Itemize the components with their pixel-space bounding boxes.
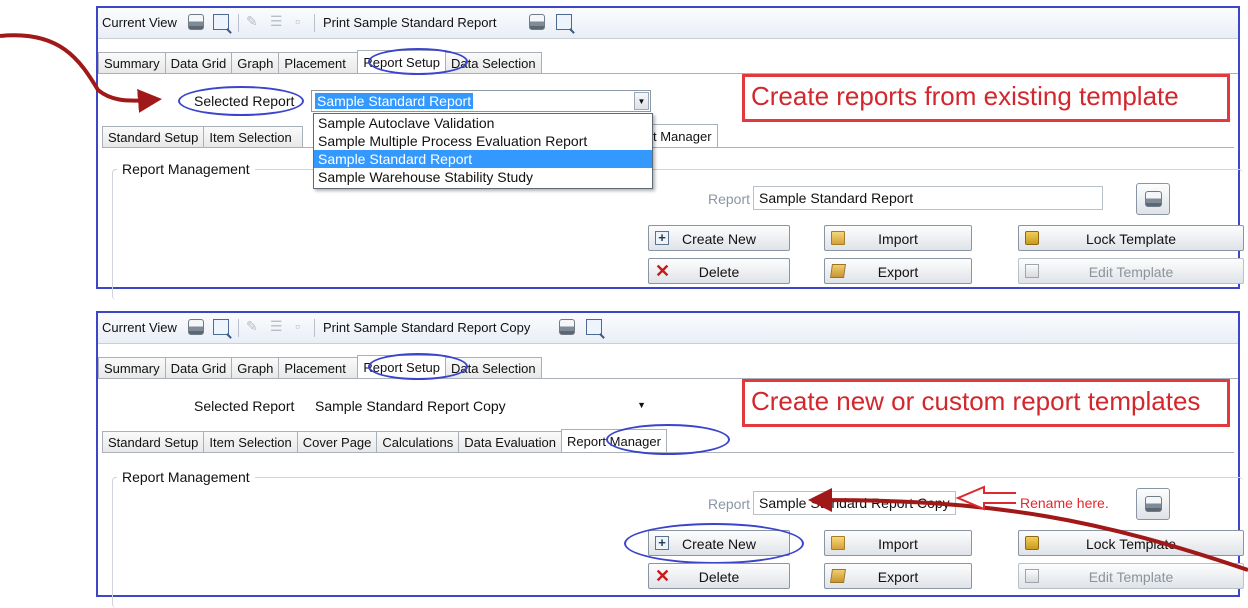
print-report-button[interactable]: Print Sample Standard Report xyxy=(323,15,496,30)
print-preview-icon[interactable] xyxy=(586,319,602,335)
printer-icon xyxy=(1145,191,1162,207)
main-tabs: Summary Data Grid Graph Placement Report… xyxy=(98,50,541,73)
report-setup-panel-top: Current View ✎ ☰ ▫ Print Sample Standard… xyxy=(96,6,1240,289)
chevron-down-icon[interactable]: ▼ xyxy=(637,400,646,410)
toolbar: Current View ✎ ☰ ▫ Print Sample Standard… xyxy=(98,313,1238,344)
printer-icon[interactable] xyxy=(188,319,204,335)
tab-item-selection[interactable]: Item Selection xyxy=(203,126,303,147)
selected-report-dropdown: Sample Autoclave Validation Sample Multi… xyxy=(313,113,653,189)
toolbar-separator xyxy=(238,319,239,337)
printer-icon[interactable] xyxy=(188,14,204,30)
tab-placement[interactable]: Placement xyxy=(278,52,358,73)
toolbar-separator xyxy=(314,319,315,337)
tab-data-selection[interactable]: Data Selection xyxy=(445,52,542,73)
selected-report-combo[interactable]: Sample Standard Report ▼ xyxy=(311,90,651,112)
report-setup-panel-bottom: Current View ✎ ☰ ▫ Print Sample Standard… xyxy=(96,311,1240,597)
export-button[interactable]: Export xyxy=(824,563,972,589)
rename-hint: Rename here. xyxy=(1020,495,1109,511)
group-title: Report Management xyxy=(117,469,255,485)
tab-divider xyxy=(102,147,1234,148)
tab-report-manager[interactable]: Report Manager xyxy=(561,429,667,452)
current-view-label[interactable]: Current View xyxy=(102,320,177,335)
report-name-input[interactable]: Sample Standard Report Copy xyxy=(753,491,956,515)
sub-tabs-partial: t Manager xyxy=(650,124,717,147)
selected-report-value: Sample Standard Report xyxy=(315,93,473,109)
tab-placement[interactable]: Placement xyxy=(278,357,358,378)
tab-item-selection[interactable]: Item Selection xyxy=(203,431,297,452)
list-icon: ☰ xyxy=(270,13,283,30)
tab-cover-page[interactable]: Cover Page xyxy=(297,431,378,452)
brush-icon: ✎ xyxy=(246,318,258,335)
chevron-down-icon[interactable]: ▼ xyxy=(634,92,649,110)
print-button[interactable] xyxy=(1136,183,1170,215)
tab-summary[interactable]: Summary xyxy=(98,357,166,378)
import-button[interactable]: Import xyxy=(824,225,972,251)
print-preview-icon[interactable] xyxy=(213,319,229,335)
delete-button[interactable]: ✕Delete xyxy=(648,563,790,589)
sub-tabs: Standard Setup Item Selection xyxy=(102,124,302,147)
sub-tabs: Standard Setup Item Selection Cover Page… xyxy=(102,429,666,452)
report-field-label: Report xyxy=(708,496,750,512)
tab-graph[interactable]: Graph xyxy=(231,357,279,378)
group-title: Report Management xyxy=(117,161,255,177)
toolbar: Current View ✎ ☰ ▫ Print Sample Standard… xyxy=(98,8,1238,39)
brush-icon: ✎ xyxy=(246,13,258,30)
main-tabs: Summary Data Grid Graph Placement Report… xyxy=(98,355,541,378)
box-icon: ▫ xyxy=(295,318,300,334)
print-button[interactable] xyxy=(1136,488,1170,520)
current-view-label[interactable]: Current View xyxy=(102,15,177,30)
tab-report-manager[interactable]: t Manager xyxy=(650,124,718,147)
printer-icon[interactable] xyxy=(559,319,575,335)
list-icon: ☰ xyxy=(270,318,283,335)
dropdown-option-selected[interactable]: Sample Standard Report xyxy=(314,150,652,168)
tab-summary[interactable]: Summary xyxy=(98,52,166,73)
printer-icon[interactable] xyxy=(529,14,545,30)
tab-data-grid[interactable]: Data Grid xyxy=(165,52,233,73)
lock-template-button[interactable]: Lock Template xyxy=(1018,225,1244,251)
printer-icon xyxy=(1145,496,1162,512)
export-button[interactable]: Export xyxy=(824,258,972,284)
tab-divider xyxy=(102,452,1234,453)
edit-template-button[interactable]: Edit Template xyxy=(1018,258,1244,284)
create-new-button[interactable]: +Create New xyxy=(648,530,790,556)
delete-button[interactable]: ✕Delete xyxy=(648,258,790,284)
tab-calculations[interactable]: Calculations xyxy=(376,431,459,452)
dropdown-option[interactable]: Sample Warehouse Stability Study xyxy=(314,168,652,186)
toolbar-separator xyxy=(238,14,239,32)
tab-report-setup[interactable]: Report Setup xyxy=(357,355,446,378)
toolbar-separator xyxy=(314,14,315,32)
tab-standard-setup[interactable]: Standard Setup xyxy=(102,431,204,452)
print-preview-icon[interactable] xyxy=(556,14,572,30)
create-new-button[interactable]: +Create New xyxy=(648,225,790,251)
tab-report-setup[interactable]: Report Setup xyxy=(357,50,446,73)
report-name-input[interactable]: Sample Standard Report xyxy=(753,186,1103,210)
selected-report-combo[interactable]: Sample Standard Report Copy ▼ xyxy=(311,395,651,417)
import-button[interactable]: Import xyxy=(824,530,972,556)
callout-existing-template: Create reports from existing template xyxy=(742,74,1230,122)
box-icon: ▫ xyxy=(295,13,300,29)
tab-data-grid[interactable]: Data Grid xyxy=(165,357,233,378)
tab-graph[interactable]: Graph xyxy=(231,52,279,73)
tab-data-evaluation[interactable]: Data Evaluation xyxy=(458,431,562,452)
edit-template-button[interactable]: Edit Template xyxy=(1018,563,1244,589)
selected-report-value: Sample Standard Report Copy xyxy=(315,398,506,414)
print-report-button[interactable]: Print Sample Standard Report Copy xyxy=(323,320,530,335)
report-field-label: Report xyxy=(708,191,750,207)
dropdown-option[interactable]: Sample Multiple Process Evaluation Repor… xyxy=(314,132,652,150)
print-preview-icon[interactable] xyxy=(213,14,229,30)
callout-custom-templates: Create new or custom report templates xyxy=(742,379,1230,427)
selected-report-label: Selected Report xyxy=(194,93,294,109)
tab-data-selection[interactable]: Data Selection xyxy=(445,357,542,378)
dropdown-option[interactable]: Sample Autoclave Validation xyxy=(314,114,652,132)
selected-report-label: Selected Report xyxy=(194,398,294,414)
tab-standard-setup[interactable]: Standard Setup xyxy=(102,126,204,147)
lock-template-button[interactable]: Lock Template xyxy=(1018,530,1244,556)
